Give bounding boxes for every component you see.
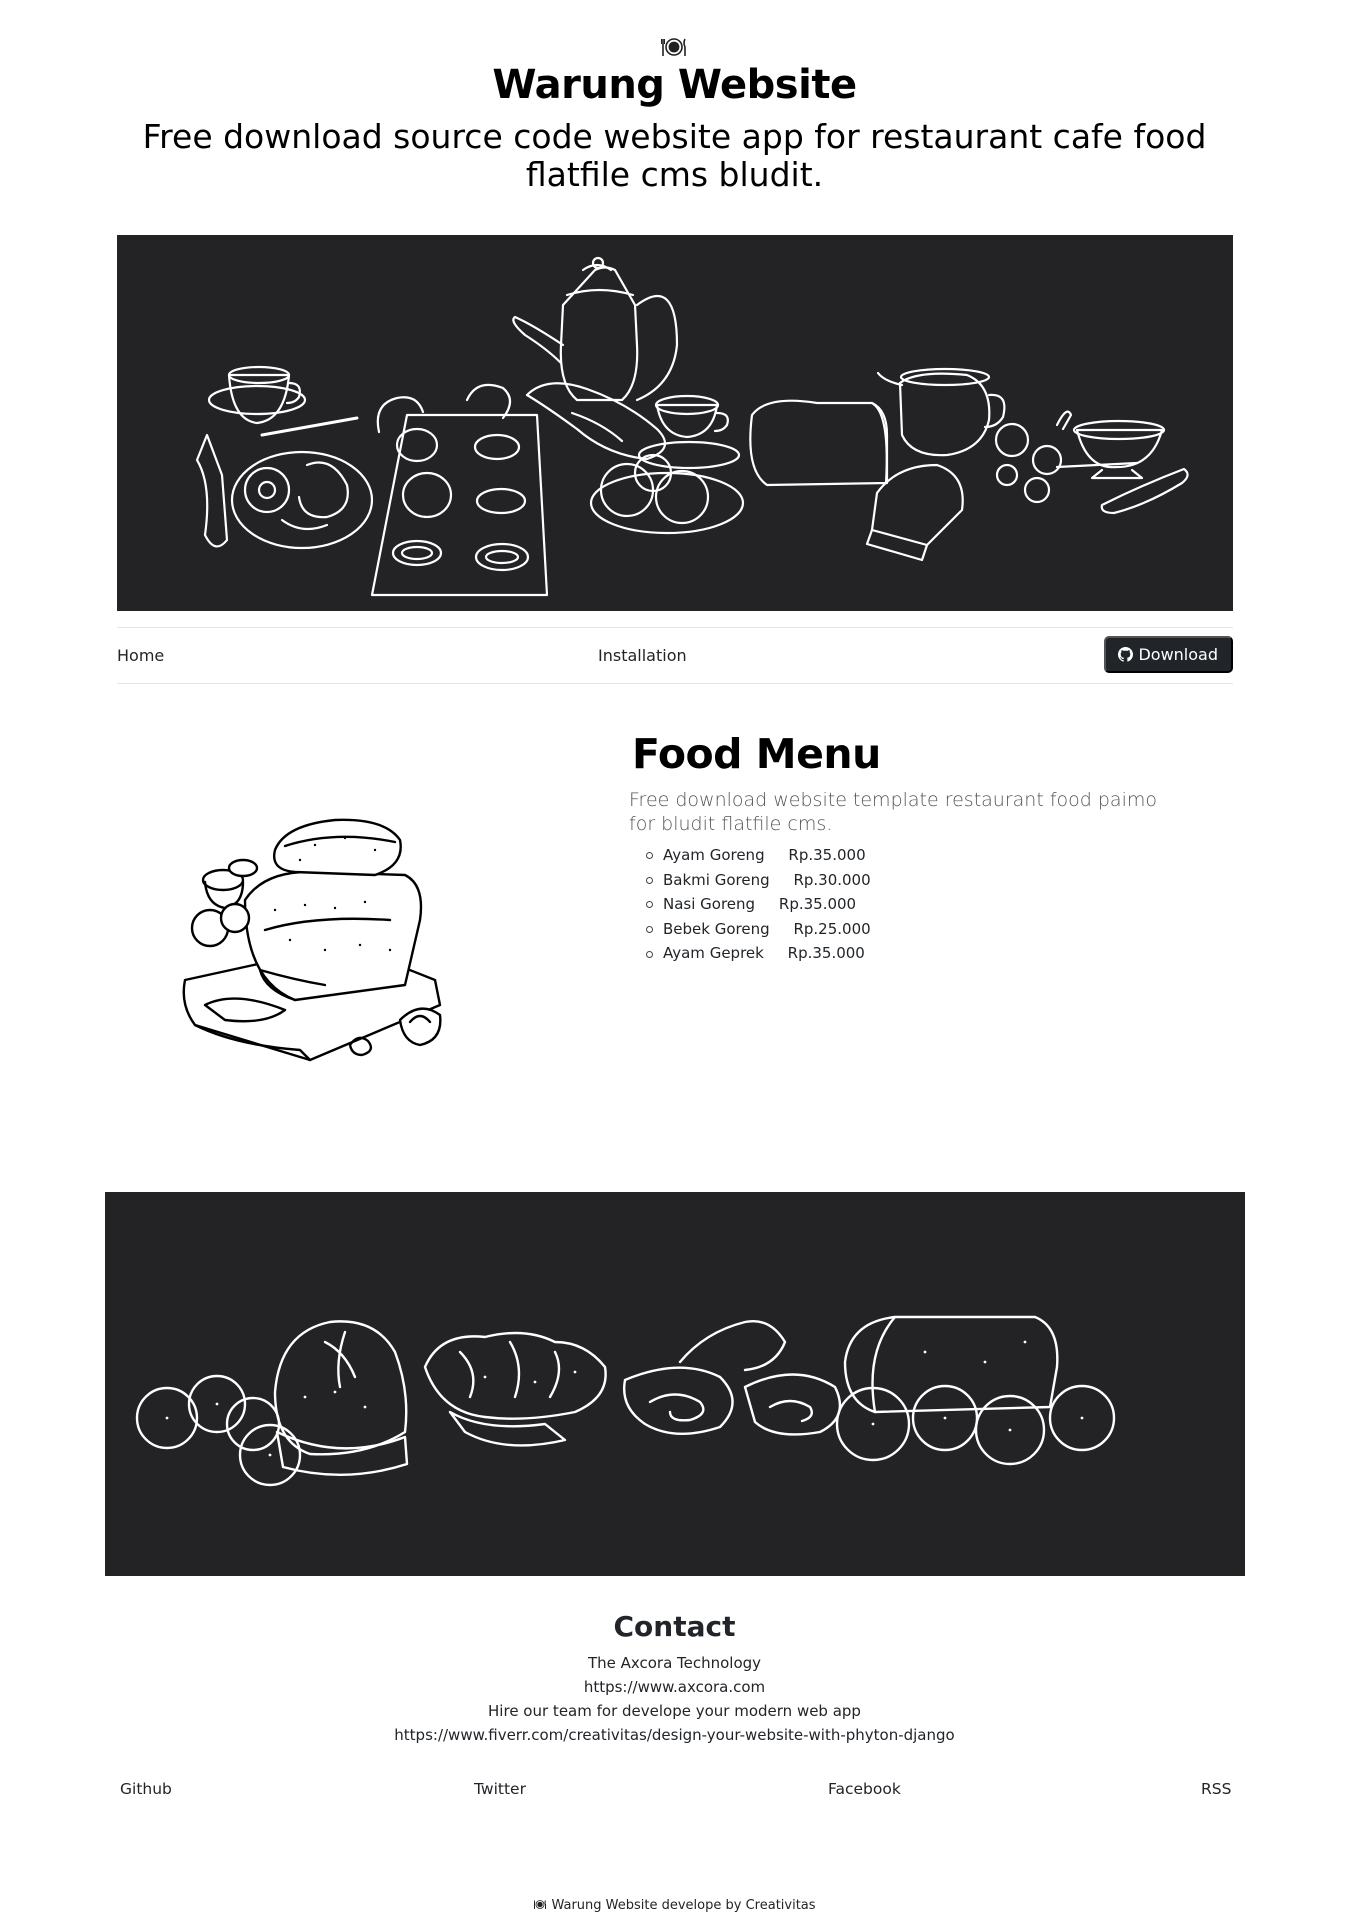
menu-item: Nasi Goreng Rp.35.000	[646, 892, 871, 917]
nav-home-link[interactable]: Home	[117, 646, 164, 665]
menu-item: Ayam Goreng Rp.35.000	[646, 843, 871, 868]
bread-board-illustration	[182, 818, 442, 1062]
contact-title: Contact	[613, 1610, 736, 1643]
menu-list: Ayam Goreng Rp.35.000 Bakmi Goreng Rp.30…	[646, 843, 871, 966]
plate-cutlery-icon	[534, 1900, 547, 1909]
breakfast-table-illustration	[195, 256, 1189, 597]
menu-item: Ayam Geprek Rp.35.000	[646, 941, 871, 966]
site-title: Warung Website	[492, 62, 857, 108]
contact-fiverr-url: https://www.fiverr.com/creativitas/desig…	[394, 1726, 955, 1744]
bread-assortment-illustration	[135, 1315, 1116, 1487]
contact-hire-text: Hire our team for develope your modern w…	[488, 1702, 861, 1720]
footer-author-link[interactable]: Creativitas	[746, 1898, 816, 1913]
social-twitter-link[interactable]: Twitter	[474, 1780, 526, 1798]
social-facebook-link[interactable]: Facebook	[828, 1780, 901, 1798]
hero-banner	[117, 235, 1233, 611]
social-github-link[interactable]: Github	[120, 1780, 172, 1798]
menu-title: Food Menu	[632, 730, 881, 778]
footer-site-link[interactable]: Warung Website	[551, 1898, 657, 1913]
nav-installation-link[interactable]: Installation	[598, 646, 687, 665]
contact-info: The Axcora Technology https://www.axcora…	[0, 1651, 1349, 1747]
site-tagline: Free download source code website app fo…	[142, 117, 1207, 194]
download-button[interactable]: Download	[1104, 636, 1233, 673]
bread-banner	[105, 1192, 1245, 1576]
github-icon	[1118, 647, 1134, 662]
menu-description: Free download website template restauran…	[629, 789, 1157, 835]
main-navigation: Home Installation Download	[117, 627, 1233, 684]
menu-item: Bebek Goreng Rp.25.000	[646, 917, 871, 942]
contact-company: The Axcora Technology	[587, 1654, 762, 1672]
download-button-label: Download	[1138, 645, 1218, 664]
footer: Warung Website develope by Creativitas	[0, 1898, 1349, 1913]
contact-website: https://www.axcora.com	[583, 1678, 766, 1696]
plate-cutlery-icon	[661, 38, 686, 56]
footer-text: develope by	[657, 1898, 746, 1913]
menu-item: Bakmi Goreng Rp.30.000	[646, 868, 871, 893]
social-rss-link[interactable]: RSS	[1201, 1780, 1231, 1798]
